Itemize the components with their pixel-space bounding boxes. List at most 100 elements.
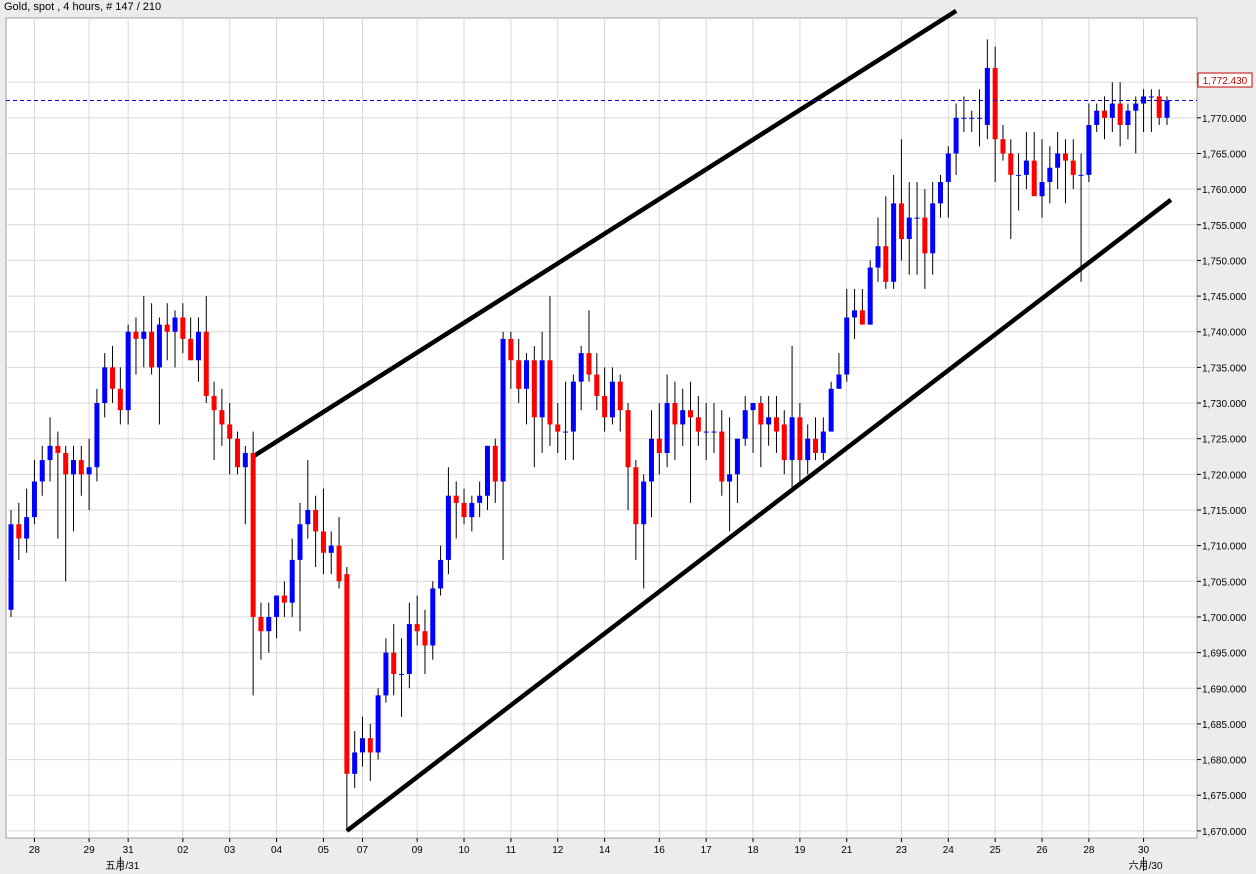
candle-body: [563, 431, 569, 433]
candle-body: [680, 410, 686, 425]
candle-body: [961, 117, 967, 119]
month-label: 五月/31: [105, 860, 139, 872]
candle-body: [773, 417, 779, 432]
x-tick-label: 16: [654, 845, 666, 856]
candle-body: [47, 445, 53, 461]
candle-body: [766, 417, 772, 425]
last-price-label: 1,772.430: [1203, 76, 1248, 87]
candle-body: [906, 217, 912, 240]
y-tick-label: 1,705.000: [1202, 577, 1247, 588]
candle-body: [602, 395, 608, 418]
x-tick-label: 09: [412, 845, 424, 856]
candle-body: [1055, 153, 1061, 168]
candle-body: [102, 367, 108, 404]
candle-body: [305, 510, 311, 525]
candle-body: [711, 431, 717, 433]
candle-body: [664, 403, 670, 453]
candle-body: [828, 388, 834, 432]
candle-body: [1031, 160, 1037, 197]
x-axis: 28 29 31 02 03 04 05 07 09 10 11 12 14 16 17 18 19 21 23 24…: [29, 838, 1163, 872]
candle-body: [1086, 124, 1092, 175]
candle-body: [719, 431, 725, 482]
candle-body: [531, 360, 537, 418]
x-tick-label: 18: [747, 845, 759, 856]
candle-body: [594, 374, 600, 396]
x-tick-label: 25: [990, 845, 1002, 856]
candle-body: [367, 738, 373, 753]
candle-body: [953, 117, 959, 154]
candle-body: [1156, 96, 1162, 118]
y-tick-label: 1,765.000: [1202, 149, 1247, 160]
y-tick-label: 1,740.000: [1202, 328, 1247, 339]
candle-body: [203, 331, 209, 396]
candle-body: [297, 524, 303, 560]
candlestick-chart[interactable]: 1,670.000 1,675.000 1,680.000 1,685.000 1,69…: [0, 0, 1256, 874]
candle-body: [500, 338, 506, 482]
x-tick-label: 04: [271, 845, 283, 856]
candle-body: [789, 417, 795, 461]
candle-body: [570, 381, 576, 432]
candle-body: [977, 117, 983, 119]
candle-body: [24, 517, 30, 539]
x-tick-label: 28: [1083, 845, 1095, 856]
candle-body: [672, 403, 678, 425]
candle-body: [617, 381, 623, 411]
candle-body: [586, 353, 592, 375]
candle-body: [63, 452, 69, 475]
candle-body: [31, 481, 37, 518]
y-tick-label: 1,755.000: [1202, 221, 1247, 232]
candle-body: [508, 338, 514, 361]
candle-body: [375, 695, 381, 753]
candle-body: [313, 510, 319, 532]
candle-body: [289, 559, 295, 603]
candle-body: [133, 331, 139, 339]
candle-body: [656, 438, 662, 453]
candle-body: [94, 403, 100, 468]
candle-body: [320, 531, 326, 553]
candle-body: [477, 495, 483, 503]
candle-body: [242, 452, 248, 468]
candle-body: [445, 495, 451, 560]
y-tick-label: 1,685.000: [1202, 720, 1247, 731]
candle-body: [867, 267, 873, 325]
x-tick-label: 21: [841, 845, 853, 856]
y-tick-label: 1,750.000: [1202, 256, 1247, 267]
y-tick-label: 1,725.000: [1202, 435, 1247, 446]
y-tick-label: 1,760.000: [1202, 185, 1247, 196]
candle-body: [844, 317, 850, 375]
candle-body: [110, 367, 116, 389]
candle-body: [274, 595, 280, 617]
y-tick-label: 1,720.000: [1202, 470, 1247, 481]
candle-body: [922, 217, 928, 254]
candle-body: [836, 374, 842, 389]
candle-body: [359, 738, 365, 753]
candle-body: [734, 438, 740, 475]
candle-body: [235, 438, 241, 468]
y-tick-label: 1,745.000: [1202, 292, 1247, 303]
month-label: 六月/30: [1129, 860, 1163, 872]
candle-body: [648, 438, 654, 482]
candle-body: [219, 410, 225, 425]
candle-body: [945, 153, 951, 182]
candle-body: [609, 381, 615, 418]
x-tick-label: 26: [1036, 845, 1048, 856]
candle-body: [555, 424, 561, 432]
candle-body: [1164, 100, 1170, 118]
x-tick-label: 23: [896, 845, 908, 856]
x-tick-label: 17: [701, 845, 713, 856]
candle-body: [859, 310, 865, 325]
candle-body: [547, 360, 553, 425]
candle-body: [758, 403, 764, 425]
candle-body: [399, 674, 405, 675]
candle-body: [750, 403, 756, 411]
candle-body: [820, 431, 826, 453]
candle-body: [891, 203, 897, 282]
candle-body: [125, 331, 131, 411]
candle-body: [16, 524, 22, 539]
candle-body: [1117, 103, 1123, 125]
candle-body: [930, 203, 936, 254]
candle-body: [461, 502, 467, 518]
x-tick-label: 30: [1138, 845, 1150, 856]
candle-body: [813, 438, 819, 453]
candle-body: [898, 203, 904, 240]
